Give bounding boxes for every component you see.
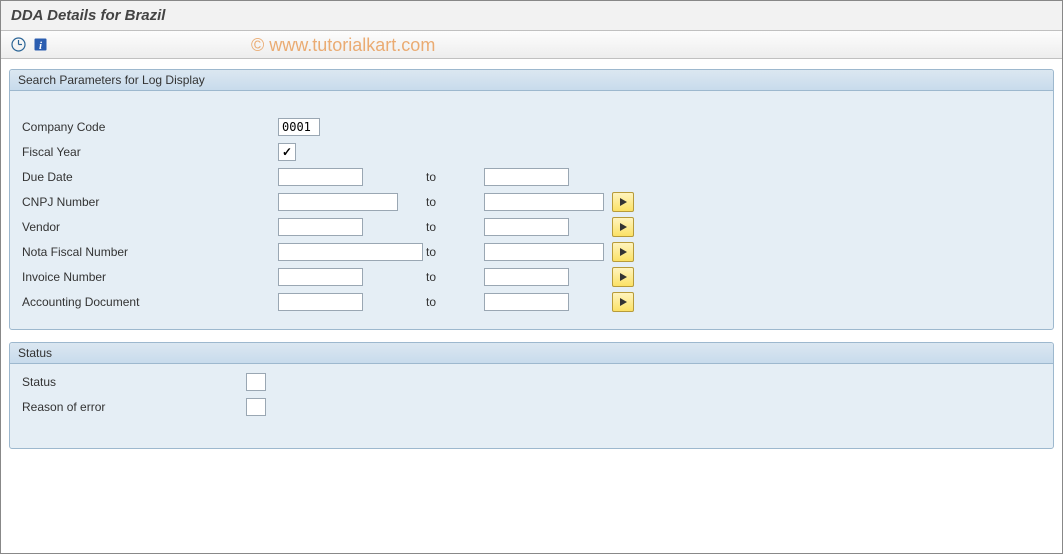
toolbar: i © www.tutorialkart.com	[1, 31, 1062, 59]
execute-icon[interactable]	[9, 36, 27, 54]
group-title-status: Status	[10, 343, 1053, 364]
multi-select-vendor-button[interactable]	[612, 217, 634, 237]
input-reason-of-error[interactable]	[246, 398, 266, 416]
page-title: DDA Details for Brazil	[11, 7, 165, 24]
title-bar: DDA Details for Brazil	[1, 1, 1062, 31]
label-due-date-to: to	[426, 170, 484, 184]
row-invoice-number: Invoice Number to	[20, 265, 1043, 288]
input-vendor-to[interactable]	[484, 218, 569, 236]
content-area: Search Parameters for Log Display Compan…	[1, 59, 1062, 471]
input-company-code[interactable]	[278, 118, 320, 136]
input-vendor-from[interactable]	[278, 218, 363, 236]
input-invoice-number-from[interactable]	[278, 268, 363, 286]
watermark: © www.tutorialkart.com	[251, 35, 435, 56]
input-accounting-document-to[interactable]	[484, 293, 569, 311]
arrow-right-icon	[620, 198, 627, 206]
label-reason-of-error: Reason of error	[20, 400, 246, 414]
arrow-right-icon	[620, 298, 627, 306]
row-cnpj-number: CNPJ Number to	[20, 190, 1043, 213]
multi-select-cnpj-number-button[interactable]	[612, 192, 634, 212]
multi-select-invoice-number-button[interactable]	[612, 267, 634, 287]
arrow-right-icon	[620, 248, 627, 256]
group-body-status: Status Reason of error	[10, 364, 1053, 448]
group-body-search: Company Code Fiscal Year ✓ Due Date to C…	[10, 91, 1053, 329]
label-cnpj-number-to: to	[426, 195, 484, 209]
multi-select-accounting-document-button[interactable]	[612, 292, 634, 312]
input-cnpj-number-to[interactable]	[484, 193, 604, 211]
label-cnpj-number: CNPJ Number	[20, 195, 278, 209]
row-accounting-document: Accounting Document to	[20, 290, 1043, 313]
label-invoice-number-to: to	[426, 270, 484, 284]
label-accounting-document: Accounting Document	[20, 295, 278, 309]
input-due-date-from[interactable]	[278, 168, 363, 186]
input-status[interactable]	[246, 373, 266, 391]
input-accounting-document-from[interactable]	[278, 293, 363, 311]
input-nota-fiscal-number-from[interactable]	[278, 243, 423, 261]
label-vendor-to: to	[426, 220, 484, 234]
label-vendor: Vendor	[20, 220, 278, 234]
group-title-search: Search Parameters for Log Display	[10, 70, 1053, 91]
label-accounting-document-to: to	[426, 295, 484, 309]
input-cnpj-number-from[interactable]	[278, 193, 398, 211]
label-nota-fiscal-number-to: to	[426, 245, 484, 259]
label-company-code: Company Code	[20, 120, 278, 134]
label-nota-fiscal-number: Nota Fiscal Number	[20, 245, 278, 259]
row-company-code: Company Code	[20, 115, 1043, 138]
row-fiscal-year: Fiscal Year ✓	[20, 140, 1043, 163]
checkbox-fiscal-year[interactable]: ✓	[278, 143, 296, 161]
input-invoice-number-to[interactable]	[484, 268, 569, 286]
label-fiscal-year: Fiscal Year	[20, 145, 278, 159]
label-status: Status	[20, 375, 246, 389]
label-due-date: Due Date	[20, 170, 278, 184]
multi-select-nota-fiscal-number-button[interactable]	[612, 242, 634, 262]
row-nota-fiscal-number: Nota Fiscal Number to	[20, 240, 1043, 263]
status-group: Status Status Reason of error	[9, 342, 1054, 449]
arrow-right-icon	[620, 273, 627, 281]
row-due-date: Due Date to	[20, 165, 1043, 188]
row-vendor: Vendor to	[20, 215, 1043, 238]
input-nota-fiscal-number-to[interactable]	[484, 243, 604, 261]
search-parameters-group: Search Parameters for Log Display Compan…	[9, 69, 1054, 330]
info-icon[interactable]: i	[31, 36, 49, 54]
row-status: Status	[20, 370, 1043, 393]
row-reason-of-error: Reason of error	[20, 395, 1043, 418]
label-invoice-number: Invoice Number	[20, 270, 278, 284]
input-due-date-to[interactable]	[484, 168, 569, 186]
arrow-right-icon	[620, 223, 627, 231]
